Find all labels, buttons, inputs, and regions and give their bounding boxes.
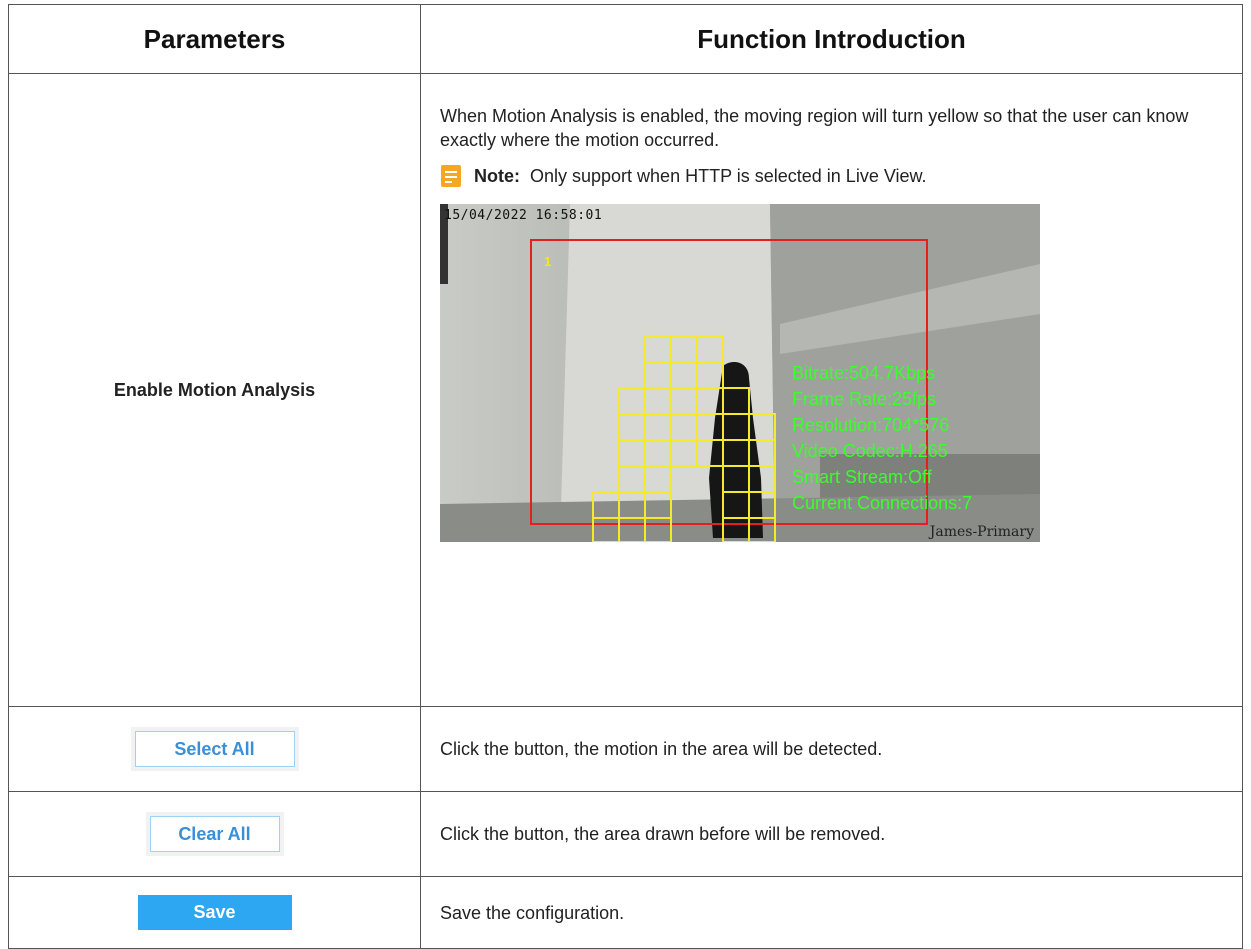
param-select-all: Select All: [8, 706, 421, 792]
table-row-select-all: Select All Click the button, the motion …: [8, 706, 1243, 792]
camera-channel-label: James-Primary: [929, 524, 1034, 540]
stat-current-connections: Current Connections:7: [792, 493, 973, 513]
note-icon: [440, 164, 462, 188]
motion-analysis-description: When Motion Analysis is enabled, the mov…: [440, 106, 1189, 150]
clear-all-button[interactable]: Clear All: [149, 816, 280, 852]
stat-frame-rate: Frame Rate:25fps: [792, 389, 937, 409]
note: Note: Only support when HTTP is selected…: [440, 164, 1222, 188]
stat-video-codec: Video Codec:H.265: [792, 441, 948, 461]
param-save: Save: [8, 876, 421, 949]
param-enable-motion-analysis: Enable Motion Analysis: [8, 73, 421, 707]
table-row-clear-all: Clear All Click the button, the area dra…: [8, 791, 1243, 877]
parameters-table: Parameters Function Introduction Enable …: [8, 4, 1243, 949]
note-text: Only support when HTTP is selected in Li…: [530, 165, 927, 186]
select-all-button-frame: Select All: [130, 727, 299, 771]
save-button[interactable]: Save: [137, 895, 292, 930]
header-function-introduction: Function Introduction: [420, 4, 1243, 74]
table-row-motion-analysis: Enable Motion Analysis When Motion Analy…: [8, 73, 1243, 707]
clear-all-button-frame: Clear All: [145, 812, 284, 856]
camera-osd-datetime: 15/04/2022 16:58:01: [444, 208, 603, 223]
header-parameters: Parameters: [8, 4, 421, 74]
stat-bitrate: Bitrate:504.7Kbps: [792, 363, 936, 383]
save-description: Save the configuration.: [420, 876, 1243, 949]
camera-stats-overlay: Bitrate:504.7Kbps Frame Rate:25fps Resol…: [792, 360, 972, 516]
clear-all-description: Click the button, the area drawn before …: [420, 791, 1243, 877]
stat-resolution: Resolution:704*576: [792, 415, 950, 435]
motion-analysis-description-cell: When Motion Analysis is enabled, the mov…: [420, 73, 1243, 707]
table-row-save: Save Save the configuration.: [8, 876, 1243, 949]
stat-smart-stream: Smart Stream:Off: [792, 467, 932, 487]
detection-zone-number: 1: [544, 254, 552, 269]
param-clear-all: Clear All: [8, 791, 421, 877]
note-label: Note:: [474, 165, 520, 186]
motion-analysis-camera-preview: 15/04/2022 16:58:01 1 Bitrate:504.7Kbps …: [440, 204, 1040, 542]
select-all-description: Click the button, the motion in the area…: [420, 706, 1243, 792]
select-all-button[interactable]: Select All: [134, 731, 295, 767]
